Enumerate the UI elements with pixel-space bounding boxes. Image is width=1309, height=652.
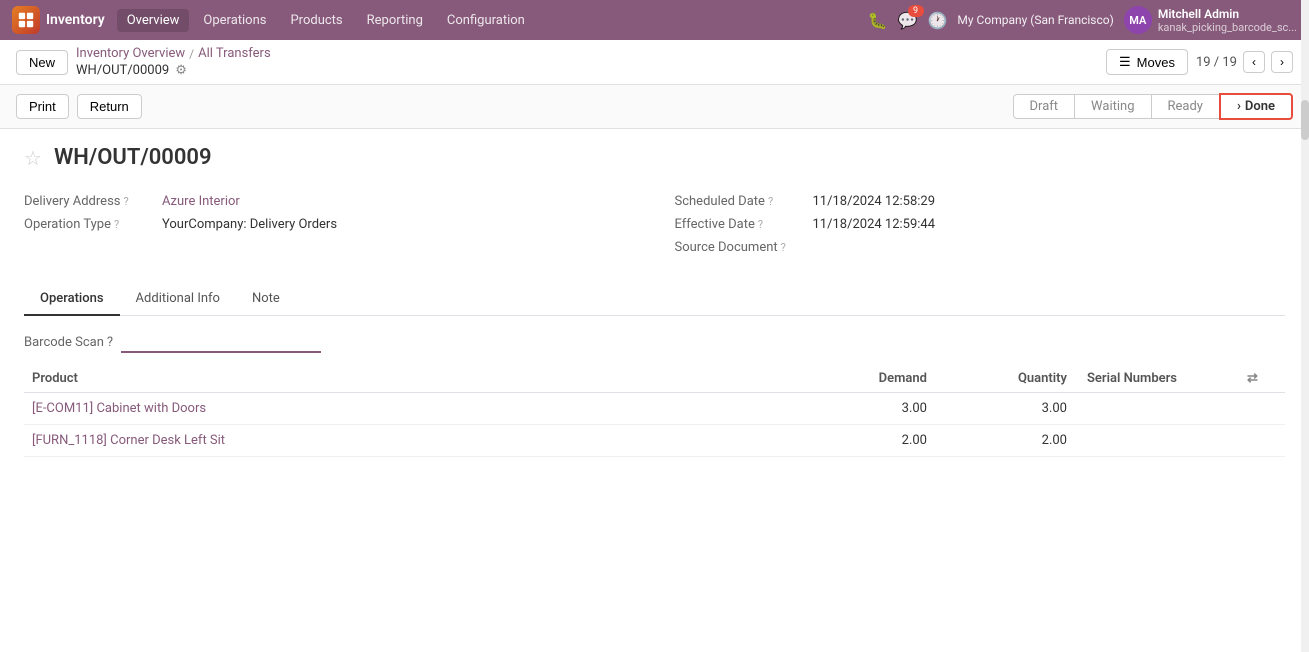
prev-button[interactable]: ‹	[1243, 51, 1265, 73]
product-2-link[interactable]: [FURN_1118] Corner Desk Left Sit	[32, 433, 807, 448]
status-done[interactable]: › Done	[1219, 93, 1293, 120]
col-quantity: Quantity	[947, 371, 1087, 386]
breadcrumb-bar: NewInventory Overview/All TransfersWH/OU…	[0, 40, 1309, 85]
chat-icon-btn[interactable]: 💬 9	[898, 11, 918, 30]
nav-products[interactable]: Products	[280, 9, 352, 32]
main-content: ☆ WH/OUT/00009 Delivery Address ? Azure …	[0, 129, 1309, 473]
user-name: Mitchell Admin	[1158, 7, 1297, 21]
status-waiting[interactable]: Waiting	[1074, 94, 1151, 119]
effective-date-label: Effective Date ?	[675, 217, 805, 232]
table-row: [E-COM11] Cabinet with Doors 3.00 3.00	[24, 393, 1285, 425]
nav-overview[interactable]: Overview	[117, 9, 190, 32]
bug-icon: 🐛	[868, 11, 888, 30]
effective-date-field: Effective Date ? 11/18/2024 12:59:44	[675, 213, 1286, 236]
record-title: WH/OUT/00009	[54, 145, 212, 170]
status-ready[interactable]: Ready	[1151, 94, 1220, 119]
status-arrow-icon: ›	[1237, 99, 1241, 114]
clock-icon: 🕐	[928, 11, 948, 30]
app-logo[interactable]: Inventory	[12, 6, 105, 34]
user-sub: kanak_picking_barcode_sc...	[1158, 21, 1297, 34]
product-1-link[interactable]: [E-COM11] Cabinet with Doors	[32, 401, 807, 416]
record-header: ☆ WH/OUT/00009	[24, 145, 1285, 170]
scrollbar[interactable]	[1301, 0, 1309, 652]
product-2-demand: 2.00	[807, 433, 947, 448]
tab-note[interactable]: Note	[236, 283, 296, 316]
new-button[interactable]: New	[16, 50, 68, 75]
user-info: Mitchell Admin kanak_picking_barcode_sc.…	[1158, 7, 1297, 34]
left-fields: Delivery Address ? Azure Interior Operat…	[24, 190, 635, 259]
scheduled-date-field: Scheduled Date ? 11/18/2024 12:58:29	[675, 190, 1286, 213]
logo-icon	[12, 6, 40, 34]
breadcrumb-current: WH/OUT/00009	[76, 63, 169, 78]
delivery-address-field: Delivery Address ? Azure Interior	[24, 190, 635, 213]
effective-date-help[interactable]: ?	[758, 218, 763, 231]
action-bar: Print Return Draft Waiting Ready › Done	[0, 85, 1309, 129]
right-fields: Scheduled Date ? 11/18/2024 12:58:29 Eff…	[675, 190, 1286, 259]
nav-operations[interactable]: Operations	[193, 9, 276, 32]
product-2-quantity: 2.00	[947, 433, 1087, 448]
nav-reporting[interactable]: Reporting	[357, 9, 433, 32]
scheduled-date-help[interactable]: ?	[768, 195, 773, 208]
top-navigation: Inventory Overview Operations Products R…	[0, 0, 1309, 40]
products-table: Product Demand Quantity Serial Numbers ⇄…	[24, 365, 1285, 457]
col-demand: Demand	[807, 371, 947, 386]
gear-icon[interactable]: ⚙	[175, 63, 187, 78]
tab-bar: Operations Additional Info Note	[24, 283, 1285, 316]
tab-additional-info[interactable]: Additional Info	[120, 283, 236, 316]
barcode-label: Barcode Scan ?	[24, 335, 113, 350]
form-section: Delivery Address ? Azure Interior Operat…	[24, 190, 1285, 259]
delivery-address-value[interactable]: Azure Interior	[162, 194, 240, 209]
operation-type-value: YourCompany: Delivery Orders	[162, 217, 337, 232]
col-product: Product	[32, 371, 807, 386]
pagination-count: 19 / 19	[1196, 55, 1237, 70]
table-header: Product Demand Quantity Serial Numbers ⇄	[24, 365, 1285, 393]
product-1-quantity: 3.00	[947, 401, 1087, 416]
breadcrumb-all-transfers[interactable]: All Transfers	[198, 46, 271, 61]
bug-icon-btn[interactable]: 🐛	[868, 11, 888, 30]
col-actions: ⇄	[1247, 371, 1277, 386]
chat-badge: 9	[908, 5, 924, 17]
next-button[interactable]: ›	[1271, 51, 1293, 73]
effective-date-value: 11/18/2024 12:59:44	[813, 217, 936, 232]
clock-icon-btn[interactable]: 🕐	[928, 11, 948, 30]
source-document-help[interactable]: ?	[781, 241, 786, 254]
status-bar: Draft Waiting Ready › Done	[150, 93, 1293, 120]
operation-type-label: Operation Type ?	[24, 217, 154, 232]
delivery-address-label: Delivery Address ?	[24, 194, 154, 209]
scrollbar-thumb[interactable]	[1301, 100, 1309, 140]
source-document-field: Source Document ?	[675, 236, 1286, 259]
scheduled-date-value: 11/18/2024 12:58:29	[813, 194, 936, 209]
breadcrumb-inventory-overview[interactable]: Inventory Overview	[76, 46, 185, 61]
operation-type-help[interactable]: ?	[114, 218, 119, 231]
favorite-star-icon[interactable]: ☆	[24, 146, 42, 170]
table-row: [FURN_1118] Corner Desk Left Sit 2.00 2.…	[24, 425, 1285, 457]
operation-type-field: Operation Type ? YourCompany: Delivery O…	[24, 213, 635, 236]
nav-configuration[interactable]: Configuration	[437, 9, 535, 32]
nav-right-area: 🐛 💬 9 🕐 My Company (San Francisco) MA Mi…	[868, 6, 1297, 34]
user-menu[interactable]: MA Mitchell Admin kanak_picking_barcode_…	[1124, 6, 1297, 34]
return-button[interactable]: Return	[77, 94, 142, 119]
avatar: MA	[1124, 6, 1152, 34]
source-document-label: Source Document ?	[675, 240, 805, 255]
status-draft[interactable]: Draft	[1013, 94, 1076, 119]
moves-button[interactable]: ☰ Moves	[1106, 49, 1188, 75]
adjust-icon[interactable]: ⇄	[1247, 371, 1258, 386]
scheduled-date-label: Scheduled Date ?	[675, 194, 805, 209]
col-serial: Serial Numbers	[1087, 371, 1247, 386]
barcode-input[interactable]	[121, 332, 321, 353]
barcode-help-icon[interactable]: ?	[107, 335, 113, 350]
app-name: Inventory	[46, 12, 105, 28]
delivery-address-help[interactable]: ?	[124, 195, 129, 208]
tab-operations[interactable]: Operations	[24, 283, 120, 316]
pagination: 19 / 19 ‹ ›	[1196, 51, 1293, 73]
barcode-scan-row: Barcode Scan ?	[24, 332, 1285, 353]
product-1-demand: 3.00	[807, 401, 947, 416]
print-button[interactable]: Print	[16, 94, 69, 119]
company-selector[interactable]: My Company (San Francisco)	[957, 13, 1113, 27]
